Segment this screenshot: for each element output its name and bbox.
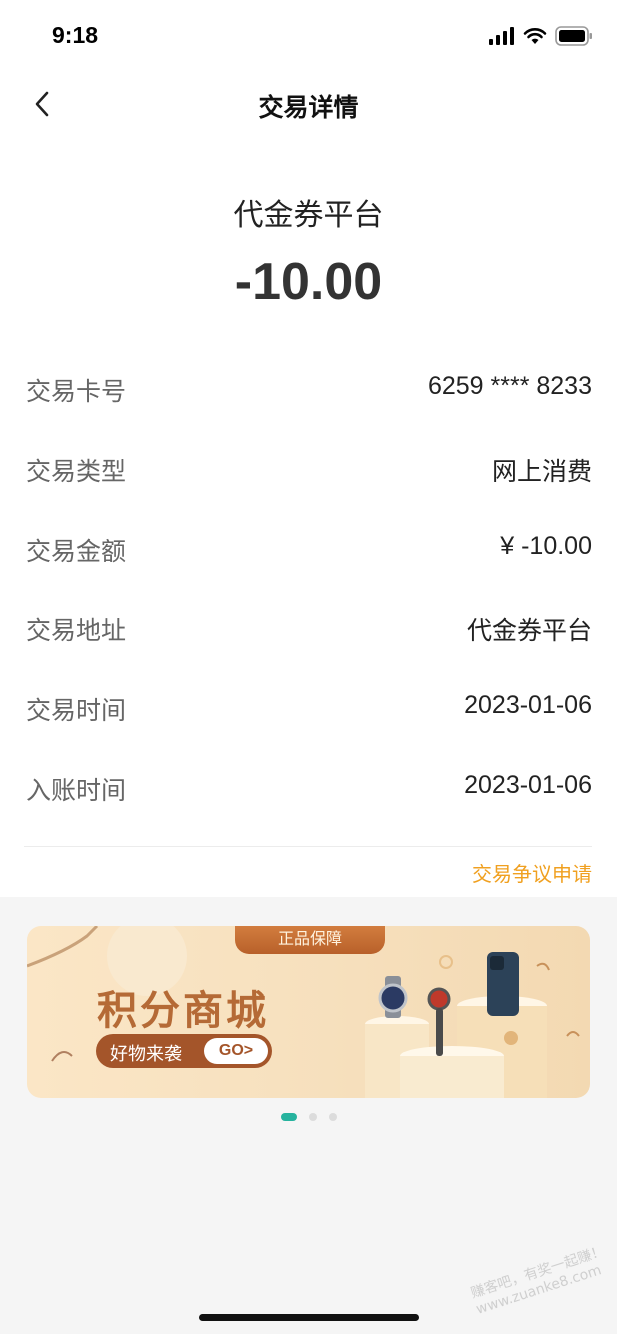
detail-row-type: 交易类型 网上消费 — [24, 430, 592, 510]
nav-bar: 交易详情 — [0, 70, 617, 140]
cellular-signal-icon — [489, 27, 514, 45]
battery-icon — [555, 26, 592, 46]
detail-value: 2023-01-06 — [464, 770, 592, 799]
carousel-dot-active — [280, 1113, 297, 1121]
transaction-amount: -10.00 — [234, 253, 383, 311]
detail-label: 入账时间 — [26, 775, 127, 805]
banner-title: 积分商城 — [97, 988, 269, 1034]
home-indicator — [199, 1314, 419, 1321]
detail-value: 2023-01-06 — [464, 691, 592, 720]
status-time: 9:18 — [52, 22, 99, 48]
detail-label: 交易时间 — [26, 696, 127, 726]
detail-value: ¥ -10.00 — [500, 531, 592, 560]
status-icons — [489, 24, 593, 48]
detail-value: 网上消费 — [491, 457, 592, 486]
detail-row-amount: 交易金额 ¥ -10.00 — [24, 510, 592, 590]
banner-subtitle-pill: 好物来袭 GO> — [96, 1034, 272, 1068]
merchant-name: 代金券平台 — [233, 198, 384, 233]
detail-row-time: 交易时间 2023-01-06 — [24, 669, 592, 749]
divider — [24, 846, 592, 847]
detail-label: 交易类型 — [26, 456, 127, 486]
carousel-dot — [328, 1113, 337, 1121]
banner-tag: 正品保障 — [235, 926, 385, 954]
promo-banner[interactable]: 正品保障 积分商城 好物来袭 GO> — [27, 926, 590, 1098]
wifi-icon — [523, 28, 547, 44]
detail-row-posting-time: 入账时间 2023-01-06 — [24, 749, 592, 829]
detail-label: 交易金额 — [26, 536, 127, 566]
detail-value: 6259 **** 8233 — [427, 372, 592, 400]
detail-label: 交易卡号 — [26, 377, 127, 406]
dispute-link[interactable]: 交易争议申请 — [472, 858, 592, 887]
status-bar: 9:18 — [0, 0, 617, 70]
go-button[interactable]: GO> — [204, 1038, 268, 1064]
watermark: 赚客吧，有奖一起赚！ www.zuanke8.com — [468, 1243, 608, 1318]
detail-label: 交易地址 — [26, 616, 127, 646]
detail-list: 交易卡号 6259 **** 8233 交易类型 网上消费 交易金额 ¥ -10… — [24, 350, 592, 829]
carousel-dot — [308, 1113, 317, 1121]
banner-subtitle: 好物来袭 — [110, 1044, 182, 1065]
detail-value: 代金券平台 — [466, 617, 592, 646]
carousel-indicator — [0, 1113, 617, 1121]
detail-row-address: 交易地址 代金券平台 — [24, 589, 592, 669]
page-title: 交易详情 — [258, 93, 359, 122]
detail-row-card-number: 交易卡号 6259 **** 8233 — [24, 350, 592, 430]
